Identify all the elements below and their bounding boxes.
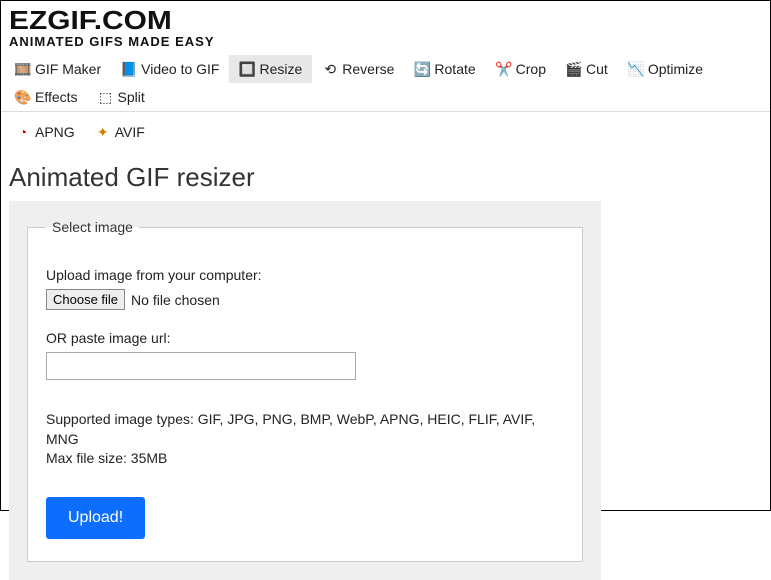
nav-apng[interactable]: ◔APNG: [5, 118, 85, 146]
supported-types-text: Supported image types: GIF, JPG, PNG, BM…: [46, 410, 564, 449]
file-status-text: No file chosen: [131, 292, 220, 308]
nav-gif-maker[interactable]: 🎞️GIF Maker: [5, 55, 111, 83]
choose-file-button[interactable]: Choose file: [46, 289, 125, 310]
apng-icon: ◔: [15, 124, 31, 140]
nav-reverse[interactable]: ⟲Reverse: [312, 55, 404, 83]
nav-label: Resize: [259, 61, 302, 77]
nav-label: Video to GIF: [141, 61, 219, 77]
reverse-icon: ⟲: [322, 61, 338, 77]
nav-resize[interactable]: 🔲Resize: [229, 55, 312, 83]
nav-label: Crop: [516, 61, 546, 77]
logo-sub: ANIMATED GIFS MADE EASY: [9, 34, 762, 49]
content-panel: Select image Upload image from your comp…: [9, 201, 601, 580]
nav-label: Effects: [35, 89, 78, 105]
crop-icon: ✂️: [496, 61, 512, 77]
nav-crop[interactable]: ✂️Crop: [486, 55, 556, 83]
nav-split[interactable]: ⬚Split: [88, 83, 155, 111]
logo-area: EZGIF.COM ANIMATED GIFS MADE EASY: [1, 1, 770, 51]
avif-icon: ✦: [95, 124, 111, 140]
image-url-input[interactable]: [46, 352, 356, 380]
nav-label: Reverse: [342, 61, 394, 77]
nav-cut[interactable]: 🎬Cut: [556, 55, 618, 83]
nav-rotate[interactable]: 🔄Rotate: [404, 55, 485, 83]
nav-label: Rotate: [434, 61, 475, 77]
optimize-icon: 📉: [628, 61, 644, 77]
navbar-secondary: ◔APNG✦AVIF: [1, 112, 770, 152]
nav-label: GIF Maker: [35, 61, 101, 77]
max-size-text: Max file size: 35MB: [46, 449, 564, 469]
select-image-fieldset: Select image Upload image from your comp…: [27, 219, 583, 562]
nav-avif[interactable]: ✦AVIF: [85, 118, 155, 146]
upload-label: Upload image from your computer:: [46, 267, 564, 283]
nav-label: AVIF: [115, 124, 145, 140]
resize-icon: 🔲: [239, 61, 255, 77]
video-to-gif-icon: 📘: [121, 61, 137, 77]
gif-maker-icon: 🎞️: [15, 61, 31, 77]
logo-main: EZGIF.COM: [9, 5, 771, 36]
navbar: 🎞️GIF Maker📘Video to GIF🔲Resize⟲Reverse🔄…: [1, 51, 770, 112]
or-paste-label: OR paste image url:: [46, 330, 564, 346]
nav-optimize[interactable]: 📉Optimize: [618, 55, 713, 83]
nav-label: Cut: [586, 61, 608, 77]
file-row: Choose file No file chosen: [46, 289, 564, 310]
nav-label: APNG: [35, 124, 75, 140]
nav-effects[interactable]: 🎨Effects: [5, 83, 88, 111]
page-title: Animated GIF resizer: [1, 152, 770, 201]
upload-button[interactable]: Upload!: [46, 497, 145, 539]
split-icon: ⬚: [98, 89, 114, 105]
fieldset-legend: Select image: [46, 219, 139, 235]
nav-label: Split: [118, 89, 145, 105]
nav-label: Optimize: [648, 61, 703, 77]
nav-video-to-gif[interactable]: 📘Video to GIF: [111, 55, 229, 83]
effects-icon: 🎨: [15, 89, 31, 105]
rotate-icon: 🔄: [414, 61, 430, 77]
support-info: Supported image types: GIF, JPG, PNG, BM…: [46, 410, 564, 469]
cut-icon: 🎬: [566, 61, 582, 77]
